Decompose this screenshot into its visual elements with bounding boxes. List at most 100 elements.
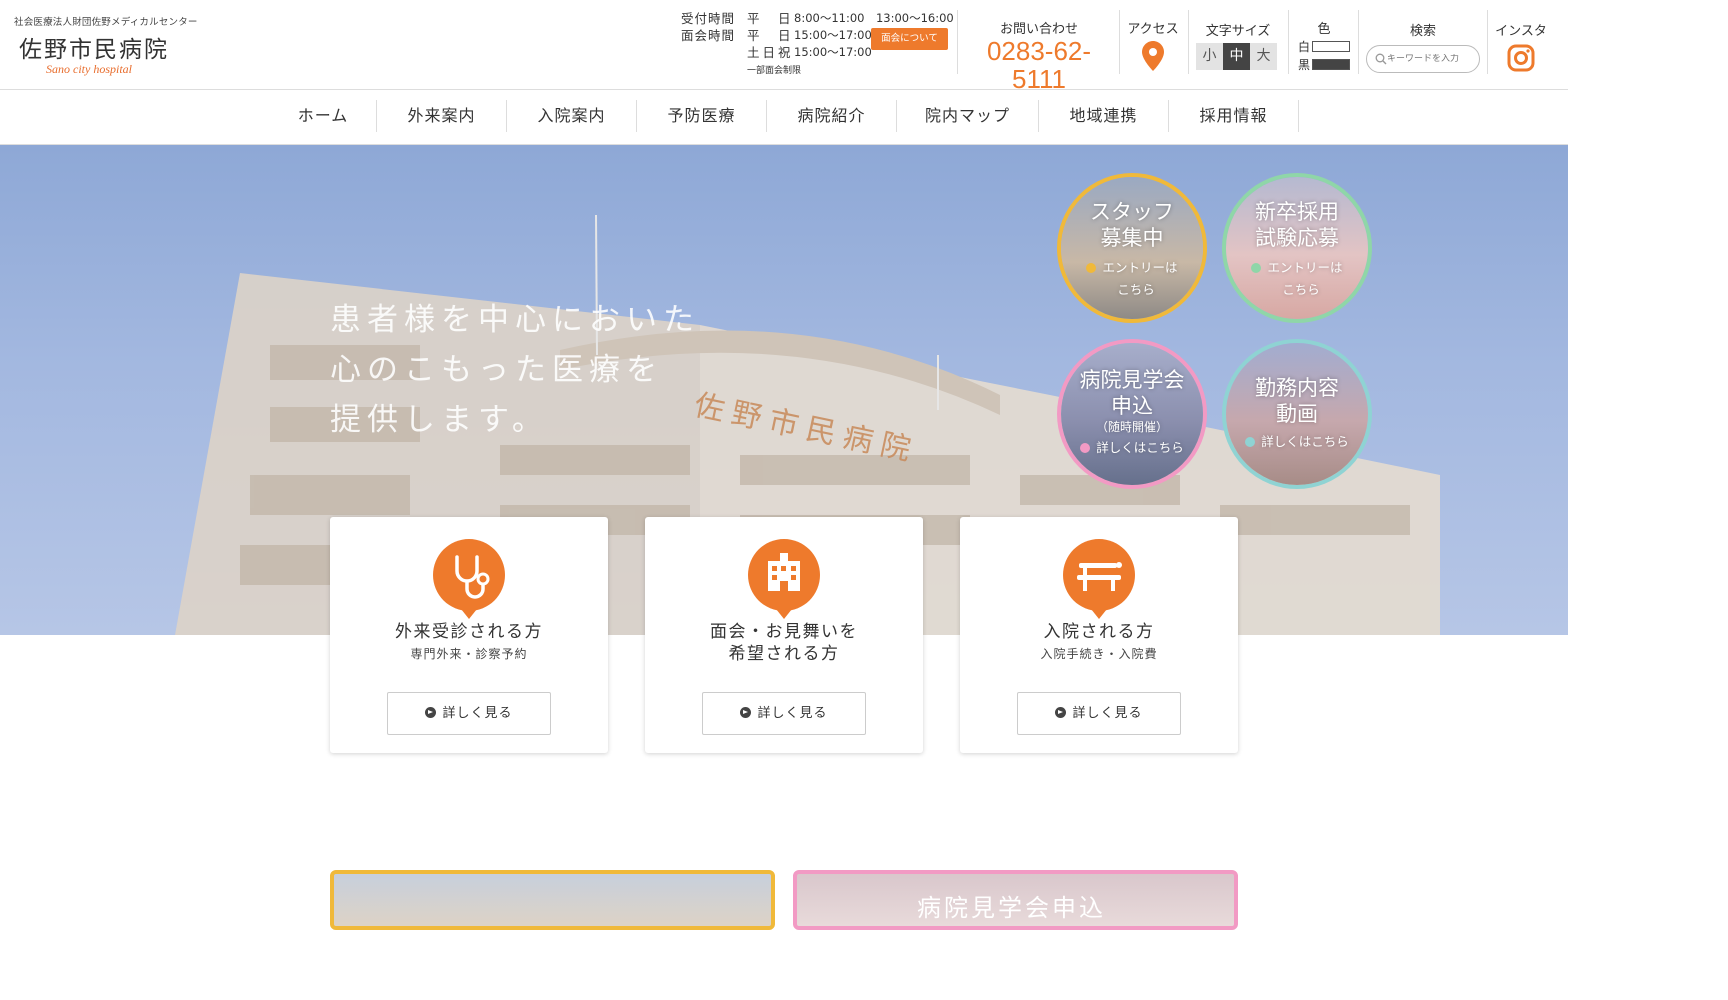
circle-link-text: 詳しくはこちら <box>1096 440 1184 455</box>
hours-note: 一部面会制限 <box>747 66 802 76</box>
map-pin-icon <box>1142 41 1164 71</box>
circle-link-text: こちら <box>1117 282 1155 297</box>
outpatient-card[interactable]: 外来受診される方 専門外来・診察予約 詳しく見る <box>330 517 608 753</box>
divider <box>1188 10 1189 74</box>
hours-time: 15:00〜17:00 <box>794 28 872 42</box>
circle-link-text: エントリーは <box>1267 260 1343 275</box>
color-white-option[interactable]: 白 <box>1298 37 1352 55</box>
white-swatch[interactable] <box>1312 40 1351 52</box>
phone-number[interactable]: 0283-62-5111 <box>963 37 1115 93</box>
hero-catchphrase: 患者様を中心においた 心のこもった医療を 提供します。 <box>330 295 700 445</box>
nav-item-regional[interactable]: 地域連携 <box>1039 100 1169 132</box>
card-subtitle: 入院手続き・入院費 <box>1040 647 1158 661</box>
search-label: 検索 <box>1409 24 1436 39</box>
arrow-right-icon <box>740 707 752 718</box>
catch-line: 患者様を中心においた <box>330 302 700 338</box>
instagram-link[interactable]: インスタ <box>1492 20 1550 76</box>
card-button-label: 詳しく見る <box>1072 706 1143 721</box>
nav-item-about[interactable]: 病院紹介 <box>767 100 897 132</box>
banner-text: 病院見学会申込 <box>917 894 1106 922</box>
hours-time: 15:00〜17:00 <box>794 45 872 59</box>
arrow-dot-icon <box>1080 442 1091 453</box>
arrow-dot-icon <box>1245 436 1256 447</box>
font-size-medium-button[interactable]: 中 <box>1223 43 1250 70</box>
recruit-banner[interactable] <box>330 870 775 930</box>
divider <box>957 10 958 74</box>
card-title: 希望される方 <box>728 644 840 664</box>
hospital-building-icon <box>748 539 820 619</box>
site-logo[interactable]: 社会医療法人財団佐野メディカルセンター 佐野市民病院 Sano city hos… <box>14 14 214 77</box>
catch-line: 心のこもった医療を <box>330 352 663 388</box>
card-button-label: 詳しく見る <box>442 706 513 721</box>
divider <box>1487 10 1488 74</box>
nav-item-preventive[interactable]: 予防医療 <box>637 100 767 132</box>
circle-link-text: 詳しくはこちら <box>1261 434 1349 449</box>
search-block: 検索 <box>1366 20 1480 73</box>
instagram-label: インスタ <box>1495 24 1547 39</box>
font-size-small-button[interactable]: 小 <box>1196 43 1223 70</box>
tour-apply-circle[interactable]: 病院見学会 申込 （随時開催） 詳しくはこちら <box>1057 339 1207 489</box>
hours-row: 受付時間 平 日 8:00〜11:00 13:00〜16:00 <box>681 10 954 27</box>
contact-block[interactable]: お問い合わせ 0283-62-5111 <box>963 18 1115 93</box>
instagram-icon <box>1507 44 1535 72</box>
global-nav: ホーム 外来案内 入院案内 予防医療 病院紹介 院内マップ 地域連携 採用情報 <box>0 90 1568 145</box>
hours-day: 平 日 <box>747 28 794 43</box>
nav-item-home[interactable]: ホーム <box>270 100 377 132</box>
circle-title: 勤務内容 <box>1255 376 1339 400</box>
nav-item-recruit[interactable]: 採用情報 <box>1169 100 1299 132</box>
font-size-label: 文字サイズ <box>1205 24 1271 39</box>
hours-label: 面会時間 <box>681 28 736 43</box>
divider <box>1119 10 1120 74</box>
search-box[interactable] <box>1366 45 1480 73</box>
color-control: 色 白 黒 <box>1296 18 1352 73</box>
circle-title: 動画 <box>1276 402 1318 426</box>
circle-link-text: こちら <box>1282 282 1320 297</box>
hours-time: 8:00〜11:00 13:00〜16:00 <box>794 11 954 25</box>
card-title: 面会・お見舞いを <box>710 622 858 642</box>
color-white-label: 白 <box>1298 39 1311 54</box>
org-name: 社会医療法人財団佐野メディカルセンター <box>14 17 198 28</box>
inpatient-card[interactable]: 入院される方 入院手続き・入院費 詳しく見る <box>960 517 1238 753</box>
work-video-circle[interactable]: 勤務内容 動画 詳しくはこちら <box>1222 339 1372 489</box>
site-header: 社会医療法人財団佐野メディカルセンター 佐野市民病院 Sano city hos… <box>0 0 1568 93</box>
color-black-option[interactable]: 黒 <box>1298 55 1352 73</box>
card-button-label: 詳しく見る <box>757 706 828 721</box>
circle-title: 募集中 <box>1100 226 1164 250</box>
circle-title: 試験応募 <box>1255 226 1339 250</box>
hours-label <box>681 44 747 61</box>
arrow-dot-icon <box>1086 262 1097 273</box>
divider <box>1288 10 1289 74</box>
circle-title: 新卒採用 <box>1255 200 1339 224</box>
circle-title: スタッフ <box>1090 200 1174 224</box>
access-label: アクセス <box>1127 22 1179 37</box>
circle-note: （随時開催） <box>1095 420 1168 434</box>
font-size-large-button[interactable]: 大 <box>1250 43 1277 70</box>
hospital-name-en: Sano city hospital <box>46 62 132 76</box>
access-link[interactable]: アクセス <box>1124 18 1182 75</box>
font-size-control: 文字サイズ 小 中 大 <box>1196 20 1280 70</box>
new-graduate-circle[interactable]: 新卒採用 試験応募 エントリーは こちら <box>1222 173 1372 323</box>
arrow-right-icon <box>1055 707 1067 718</box>
staff-recruit-circle[interactable]: スタッフ 募集中 エントリーは こちら <box>1057 173 1207 323</box>
hours-day: 平 日 <box>747 11 794 26</box>
search-icon[interactable] <box>1375 53 1387 65</box>
search-input[interactable] <box>1387 54 1473 64</box>
visit-info-button[interactable]: 面会について <box>871 28 948 50</box>
card-subtitle: 専門外来・診察予約 <box>410 647 528 661</box>
arrow-right-icon <box>425 707 437 718</box>
tour-banner[interactable]: 病院見学会申込 <box>793 870 1238 930</box>
card-detail-button[interactable]: 詳しく見る <box>702 692 866 735</box>
font-size-buttons: 小 中 大 <box>1196 43 1280 70</box>
stretcher-bed-icon <box>1063 539 1135 619</box>
card-detail-button[interactable]: 詳しく見る <box>1017 692 1181 735</box>
circle-link-text: エントリーは <box>1102 260 1178 275</box>
color-label: 色 <box>1317 22 1331 37</box>
visitation-card[interactable]: 面会・お見舞いを 希望される方 詳しく見る <box>645 517 923 753</box>
nav-item-outpatient[interactable]: 外来案内 <box>377 100 507 132</box>
nav-item-map[interactable]: 院内マップ <box>897 100 1039 132</box>
hospital-name: 佐野市民病院 <box>19 37 169 63</box>
hours-day: 土日祝 <box>747 45 794 60</box>
black-swatch[interactable] <box>1312 58 1351 70</box>
nav-item-inpatient[interactable]: 入院案内 <box>507 100 637 132</box>
card-detail-button[interactable]: 詳しく見る <box>387 692 551 735</box>
